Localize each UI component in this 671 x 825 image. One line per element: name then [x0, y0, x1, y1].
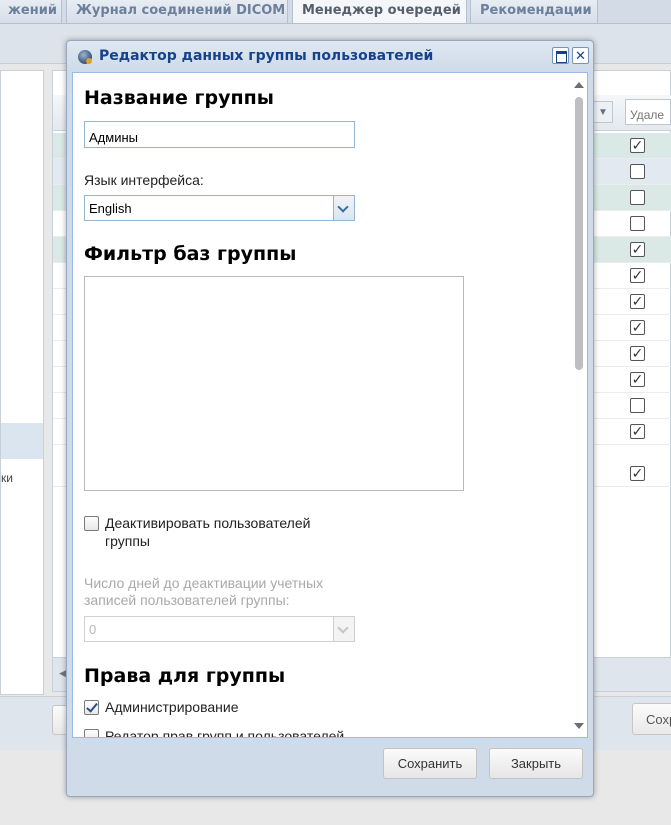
rights-administration-checkbox[interactable] [84, 700, 99, 715]
scroll-down-icon[interactable] [574, 723, 584, 729]
scroll-left-icon[interactable]: ◀ [59, 668, 66, 679]
column-filter-input[interactable] [625, 99, 671, 125]
left-panel-selected-row[interactable] [1, 423, 43, 459]
dialog-header[interactable]: Редактор данных группы пользователей ✕ [67, 41, 593, 71]
close-button[interactable]: Закрыть [489, 748, 583, 779]
row-checkbox[interactable]: ✓ [630, 138, 645, 153]
scroll-up-icon[interactable] [574, 82, 584, 88]
rights-editor-checkbox[interactable] [84, 729, 99, 737]
deactivation-days-select: 0 [84, 616, 355, 642]
deactivate-users-label-line2: группы [105, 533, 150, 549]
row-checkbox[interactable] [630, 398, 645, 413]
save-button[interactable]: Сохранить [383, 748, 477, 779]
row-checkbox[interactable]: ✓ [630, 424, 645, 439]
group-editor-icon [78, 50, 92, 64]
chevron-down-icon [333, 617, 354, 641]
group-editor-dialog: Редактор данных группы пользователей ✕ Н… [66, 40, 594, 797]
chevron-down-icon[interactable] [333, 196, 354, 220]
row-checkbox[interactable]: ✓ [630, 320, 645, 335]
group-rights-heading: Права для группы [84, 665, 286, 687]
tab-queue-manager[interactable]: Менеджер очередей [292, 0, 467, 24]
maximize-icon[interactable] [552, 47, 569, 64]
rights-administration-label: Администрирование [105, 699, 239, 715]
row-checkbox[interactable] [630, 164, 645, 179]
column-menu-chevron-icon[interactable]: ▼ [593, 101, 613, 123]
scroll-thumb[interactable] [575, 97, 583, 370]
row-checkbox[interactable]: ✓ [630, 466, 645, 481]
dialog-title: Редактор данных группы пользователей [99, 48, 434, 64]
tab-recommendations[interactable]: Рекомендации [470, 0, 598, 24]
interface-language-select[interactable]: English [84, 195, 355, 221]
row-checkbox[interactable] [630, 216, 645, 231]
db-filter-heading: Фильтр баз группы [84, 243, 297, 265]
deactivate-users-checkbox[interactable] [84, 516, 99, 531]
deactivation-days-label: Число дней до деактивации учетных записе… [84, 575, 323, 609]
row-checkbox[interactable]: ✓ [630, 242, 645, 257]
db-filter-list[interactable] [84, 276, 464, 491]
row-checkbox[interactable]: ✓ [630, 372, 645, 387]
background-left-panel: ки [0, 70, 44, 695]
tab-partial[interactable]: жений [0, 0, 62, 24]
group-name-heading: Название группы [84, 87, 274, 109]
deactivate-users-label: Деактивировать пользователей группы [105, 514, 310, 550]
rights-editor-label: Редатор прав групп и пользователей [105, 728, 345, 738]
row-checkbox[interactable]: ✓ [630, 346, 645, 361]
row-checkbox[interactable] [630, 190, 645, 205]
left-panel-label: ки [1, 471, 13, 485]
deactivation-days-label-line1: Число дней до деактивации учетных [84, 575, 324, 591]
group-name-input[interactable] [84, 121, 355, 148]
interface-language-label: Язык интерфейса: [84, 172, 204, 188]
row-checkbox[interactable]: ✓ [630, 294, 645, 309]
row-checkbox[interactable]: ✓ [630, 268, 645, 283]
dialog-body: Название группы Язык интерфейса: English… [72, 72, 588, 738]
interface-language-value: English [89, 201, 132, 216]
deactivation-days-label-line2: записей пользователей группы: [84, 592, 290, 608]
tab-dicom-log[interactable]: Журнал соединений DICOM [66, 0, 288, 24]
dialog-scrollbar[interactable] [570, 73, 587, 737]
background-save-button[interactable]: Сохр [632, 703, 671, 735]
close-icon[interactable]: ✕ [572, 47, 589, 64]
deactivate-users-label-line1: Деактивировать пользователей [105, 515, 311, 531]
background-tab-bar: жений Журнал соединений DICOM Менеджер о… [0, 0, 671, 24]
deactivation-days-value: 0 [89, 622, 97, 637]
